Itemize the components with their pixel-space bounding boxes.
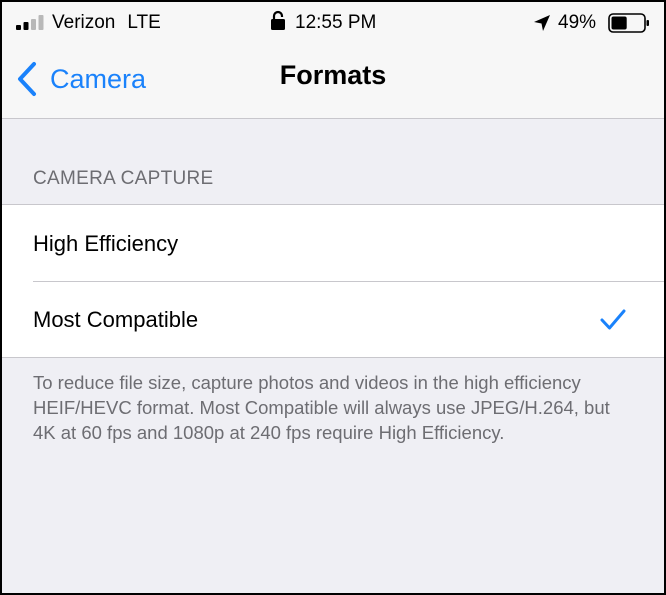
clock: 12:55 PM	[295, 12, 377, 33]
location-icon	[534, 15, 550, 31]
battery-fill	[611, 16, 627, 30]
status-bar: Verizon LTE 12:55 PM 49%	[2, 2, 664, 42]
lock-icon	[271, 10, 285, 30]
battery-percent: 49%	[558, 12, 597, 33]
network-type: LTE	[127, 12, 161, 33]
option-label: High Efficiency	[33, 231, 179, 256]
section-header: CAMERA CAPTURE	[33, 168, 214, 189]
page-title: Formats	[279, 60, 387, 90]
option-most-compatible[interactable]: Most Compatible	[2, 281, 664, 357]
section-footer: To reduce file size, capture photos and …	[33, 372, 610, 443]
carrier-name: Verizon	[52, 12, 116, 33]
format-options-list: High Efficiency Most Compatible	[2, 204, 664, 358]
option-high-efficiency[interactable]: High Efficiency	[2, 205, 664, 281]
option-label: Most Compatible	[33, 307, 199, 332]
checkmark-icon	[600, 309, 626, 330]
battery-icon	[608, 13, 649, 33]
carrier-info: Verizon LTE	[52, 12, 161, 34]
navigation-bar: Camera Formats	[2, 42, 664, 119]
phone-screen: Verizon LTE 12:55 PM 49% Camera Formats C…	[0, 0, 666, 595]
signal-icon	[16, 15, 44, 30]
